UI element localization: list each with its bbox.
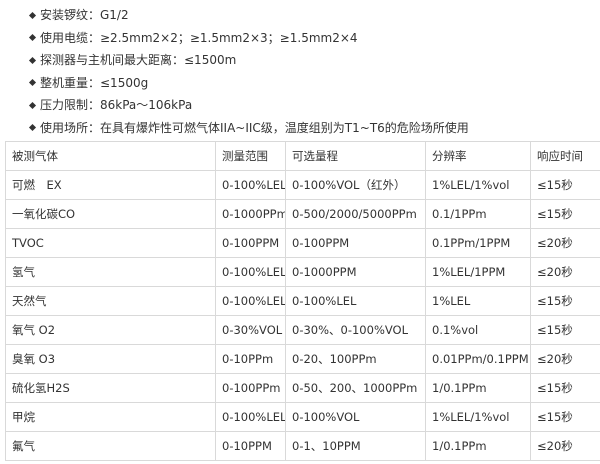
cell-optional-range: 0-1000PPM (285, 257, 426, 287)
cell-response-time: ≤15秒 (530, 373, 600, 403)
cell-gas: 氢气 (5, 257, 216, 287)
table-row: 硫化氢H2S 0-100PPm 0-50、200、1000PPm 1/0.1PP… (5, 373, 600, 403)
cell-response-time: ≤15秒 (530, 402, 600, 432)
cell-range: 0-100PPM (215, 228, 286, 258)
cell-resolution: 1%LEL/1%vol (425, 402, 531, 432)
header-response-time: 响应时间 (530, 141, 600, 171)
cell-range: 0-100%LEL (215, 257, 286, 287)
cell-optional-range: 0-500/2000/5000PPm (285, 199, 426, 229)
spec-text: 使用电缆：≥2.5mm2×2；≥1.5mm2×3；≥1.5mm2×4 (40, 30, 358, 45)
table-row: 氢气 0-100%LEL 0-1000PPM 1%LEL/1PPM ≤20秒 (5, 257, 600, 287)
cell-gas: 可燃 EX (5, 170, 216, 200)
cell-resolution: 0.1%vol (425, 315, 531, 345)
cell-range: 0-30%VOL (215, 315, 286, 345)
table-header-row: 被测气体 测量范围 可选量程 分辨率 响应时间 (5, 141, 600, 171)
bullet-diamond-icon (28, 101, 37, 109)
cell-response-time: ≤20秒 (530, 228, 600, 258)
spec-item: 安装锣纹：G1/2 (0, 4, 600, 27)
cell-optional-range: 0-100%VOL（红外） (285, 170, 426, 200)
cell-resolution: 0.01PPm/0.1PPM (425, 344, 531, 374)
bullet-diamond-icon (28, 123, 37, 132)
bullet-diamond-icon (28, 33, 37, 42)
bullet-diamond-icon (28, 78, 37, 87)
cell-range: 0-100%LEL (215, 402, 286, 432)
spec-item: 探测器与主机间最大距离：≤1500m (0, 49, 600, 72)
cell-optional-range: 0-30%、0-100%VOL (285, 315, 426, 345)
bullet-diamond-icon (28, 56, 37, 64)
cell-range: 0-100%LEL (215, 286, 286, 316)
cell-response-time: ≤20秒 (530, 344, 600, 374)
spec-text: 探测器与主机间最大距离：≤1500m (40, 53, 237, 67)
cell-gas: 硫化氢H2S (5, 373, 216, 403)
cell-range: 0-10PPM (215, 431, 286, 461)
cell-gas: 一氧化碳CO (5, 199, 216, 229)
spec-page: 安装锣纹：G1/2 使用电缆：≥2.5mm2×2；≥1.5mm2×3；≥1.5m… (0, 0, 600, 464)
header-range: 测量范围 (215, 141, 286, 171)
cell-gas: 氧气 O2 (5, 315, 216, 345)
cell-response-time: ≤15秒 (530, 199, 600, 229)
cell-gas: 天然气 (5, 286, 216, 316)
table-row: 氟气 0-10PPM 0-1、10PPM 1/0.1PPm ≤20秒 (5, 431, 600, 461)
cell-response-time: ≤20秒 (530, 257, 600, 287)
spec-text: 压力限制：86kPa～106kPa (40, 98, 193, 112)
cell-resolution: 0.1/1PPm (425, 199, 531, 229)
table-row: 可燃 EX 0-100%LEL 0-100%VOL（红外） 1%LEL/1%vo… (5, 170, 600, 200)
header-resolution: 分辨率 (425, 141, 531, 171)
cell-range: 0-100%LEL (215, 170, 286, 200)
spec-item: 整机重量：≤1500g (0, 72, 600, 95)
cell-range: 0-10PPm (215, 344, 286, 374)
cell-response-time: ≤20秒 (530, 431, 600, 461)
cell-response-time: ≤15秒 (530, 170, 600, 200)
cell-optional-range: 0-100PPM (285, 228, 426, 258)
cell-resolution: 1%LEL/1%vol (425, 170, 531, 200)
gas-spec-table: 被测气体 测量范围 可选量程 分辨率 响应时间 可燃 EX 0-100%LEL … (5, 141, 600, 461)
table-row: 天然气 0-100%LEL 0-100%LEL 1%LEL ≤15秒 (5, 286, 600, 316)
cell-resolution: 0.1PPm/1PPM (425, 228, 531, 258)
cell-optional-range: 0-1、10PPM (285, 431, 426, 461)
cell-optional-range: 0-20、100PPm (285, 344, 426, 374)
cell-optional-range: 0-50、200、1000PPm (285, 373, 426, 403)
bullet-diamond-icon (28, 11, 37, 19)
cell-response-time: ≤15秒 (530, 315, 600, 345)
table-row: 臭氧 O3 0-10PPm 0-20、100PPm 0.01PPm/0.1PPM… (5, 344, 600, 374)
spec-item: 使用电缆：≥2.5mm2×2；≥1.5mm2×3；≥1.5mm2×4 (0, 27, 600, 50)
spec-text: 整机重量：≤1500g (40, 75, 149, 90)
table-row: 一氧化碳CO 0-1000PPm 0-500/2000/5000PPm 0.1/… (5, 199, 600, 229)
spec-text: 使用场所：在具有爆炸性可燃气体IIA~IIC级，温度组别为T1~T6的危险场所使… (40, 120, 469, 135)
cell-gas: TVOC (5, 228, 216, 258)
cell-gas: 甲烷 (5, 402, 216, 432)
cell-response-time: ≤15秒 (530, 286, 600, 316)
cell-optional-range: 0-100%VOL (285, 402, 426, 432)
spec-item: 使用场所：在具有爆炸性可燃气体IIA~IIC级，温度组别为T1~T6的危险场所使… (0, 117, 600, 140)
cell-resolution: 1%LEL (425, 286, 531, 316)
table-row: 氧气 O2 0-30%VOL 0-30%、0-100%VOL 0.1%vol ≤… (5, 315, 600, 345)
cell-gas: 臭氧 O3 (5, 344, 216, 374)
cell-resolution: 1/0.1PPm (425, 431, 531, 461)
header-optional-range: 可选量程 (285, 141, 426, 171)
cell-range: 0-1000PPm (215, 199, 286, 229)
table-row: 甲烷 0-100%LEL 0-100%VOL 1%LEL/1%vol ≤15秒 (5, 402, 600, 432)
spec-list: 安装锣纹：G1/2 使用电缆：≥2.5mm2×2；≥1.5mm2×3；≥1.5m… (0, 4, 600, 139)
cell-resolution: 1/0.1PPm (425, 373, 531, 403)
cell-resolution: 1%LEL/1PPM (425, 257, 531, 287)
table-row: TVOC 0-100PPM 0-100PPM 0.1PPm/1PPM ≤20秒 (5, 228, 600, 258)
spec-item: 压力限制：86kPa～106kPa (0, 94, 600, 117)
spec-text: 安装锣纹：G1/2 (40, 8, 129, 22)
cell-optional-range: 0-100%LEL (285, 286, 426, 316)
cell-range: 0-100PPm (215, 373, 286, 403)
cell-gas: 氟气 (5, 431, 216, 461)
header-gas: 被测气体 (5, 141, 216, 171)
